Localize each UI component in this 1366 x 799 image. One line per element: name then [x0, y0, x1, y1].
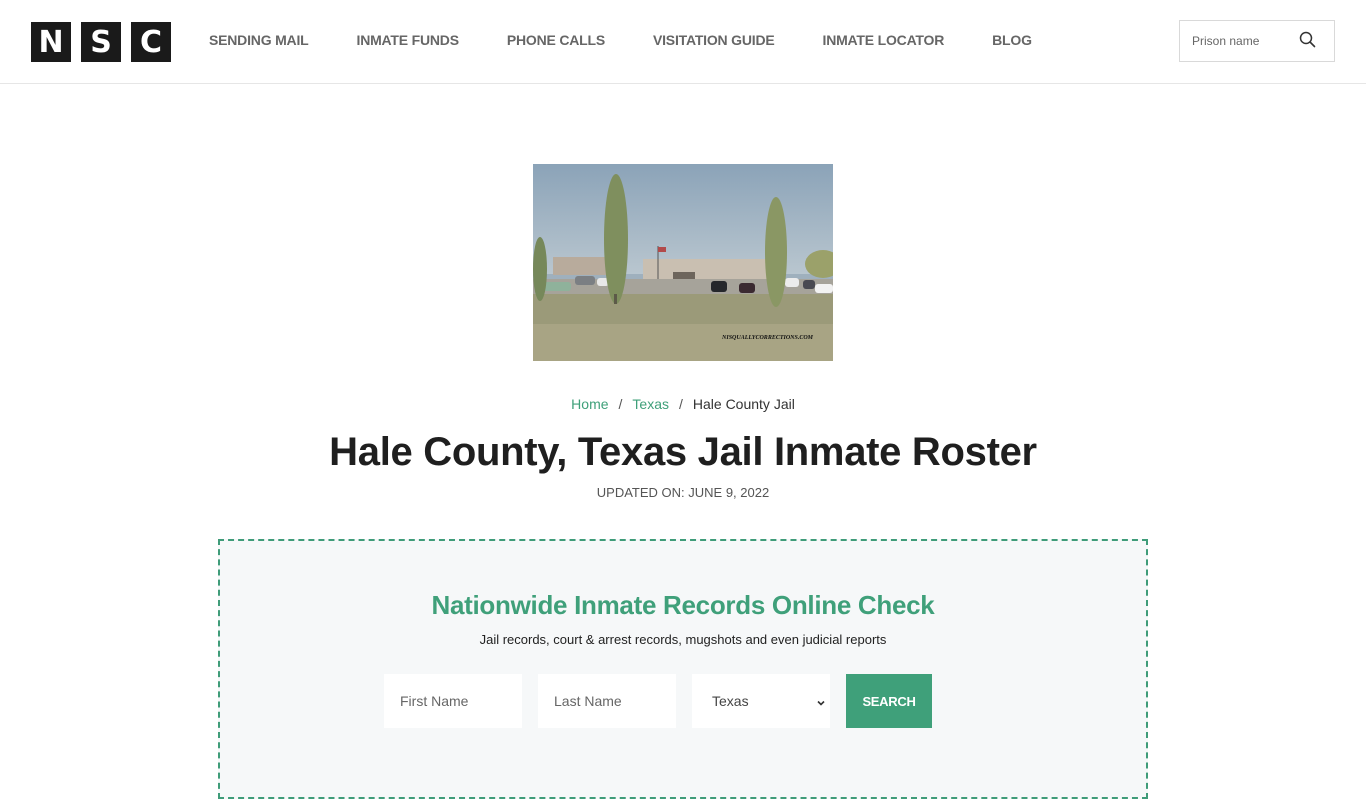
logo-letter-s: S	[81, 22, 121, 62]
breadcrumb-separator: /	[679, 396, 683, 412]
last-name-input[interactable]	[538, 674, 676, 728]
panel-subtitle: Jail records, court & arrest records, mu…	[479, 632, 887, 647]
state-select-wrapper: Texas	[692, 674, 830, 728]
search-icon[interactable]	[1298, 30, 1318, 50]
breadcrumb-current: Hale County Jail	[692, 396, 795, 412]
prison-search-input[interactable]	[1180, 22, 1290, 60]
site-logo[interactable]: N S C	[31, 22, 171, 62]
nav-sending-mail[interactable]: SENDING MAIL	[209, 32, 309, 48]
site-header: N S C SENDING MAIL INMATE FUNDS PHONE CA…	[0, 0, 1366, 84]
updated-date: UPDATED ON: JUNE 9, 2022	[596, 485, 770, 500]
state-select[interactable]: Texas	[692, 674, 830, 728]
nav-phone-calls[interactable]: PHONE CALLS	[507, 32, 605, 48]
nav-inmate-locator[interactable]: INMATE LOCATOR	[823, 32, 945, 48]
page-title: Hale County, Texas Jail Inmate Roster	[329, 430, 1037, 474]
breadcrumb-home[interactable]: Home	[571, 396, 608, 412]
breadcrumb-texas[interactable]: Texas	[632, 396, 669, 412]
nav-blog[interactable]: BLOG	[992, 32, 1032, 48]
jail-photo: NISQUALLYCORRECTIONS.COM	[533, 164, 833, 361]
inmate-records-panel: Nationwide Inmate Records Online Check J…	[218, 539, 1148, 799]
first-name-input[interactable]	[384, 674, 522, 728]
image-watermark: NISQUALLYCORRECTIONS.COM	[722, 335, 813, 341]
breadcrumb-separator: /	[618, 396, 623, 412]
main-nav: SENDING MAIL INMATE FUNDS PHONE CALLS VI…	[209, 32, 1032, 48]
breadcrumb: Home / Texas / Hale County Jail	[0, 396, 1366, 412]
nav-inmate-funds[interactable]: INMATE FUNDS	[357, 32, 460, 48]
inmate-search-form: Texas SEARCH	[384, 674, 932, 728]
prison-search	[1179, 20, 1335, 62]
nav-visitation-guide[interactable]: VISITATION GUIDE	[653, 32, 775, 48]
search-button[interactable]: SEARCH	[846, 674, 932, 728]
logo-letter-c: C	[131, 22, 171, 62]
logo-letter-n: N	[31, 22, 71, 62]
panel-title: Nationwide Inmate Records Online Check	[431, 590, 935, 620]
